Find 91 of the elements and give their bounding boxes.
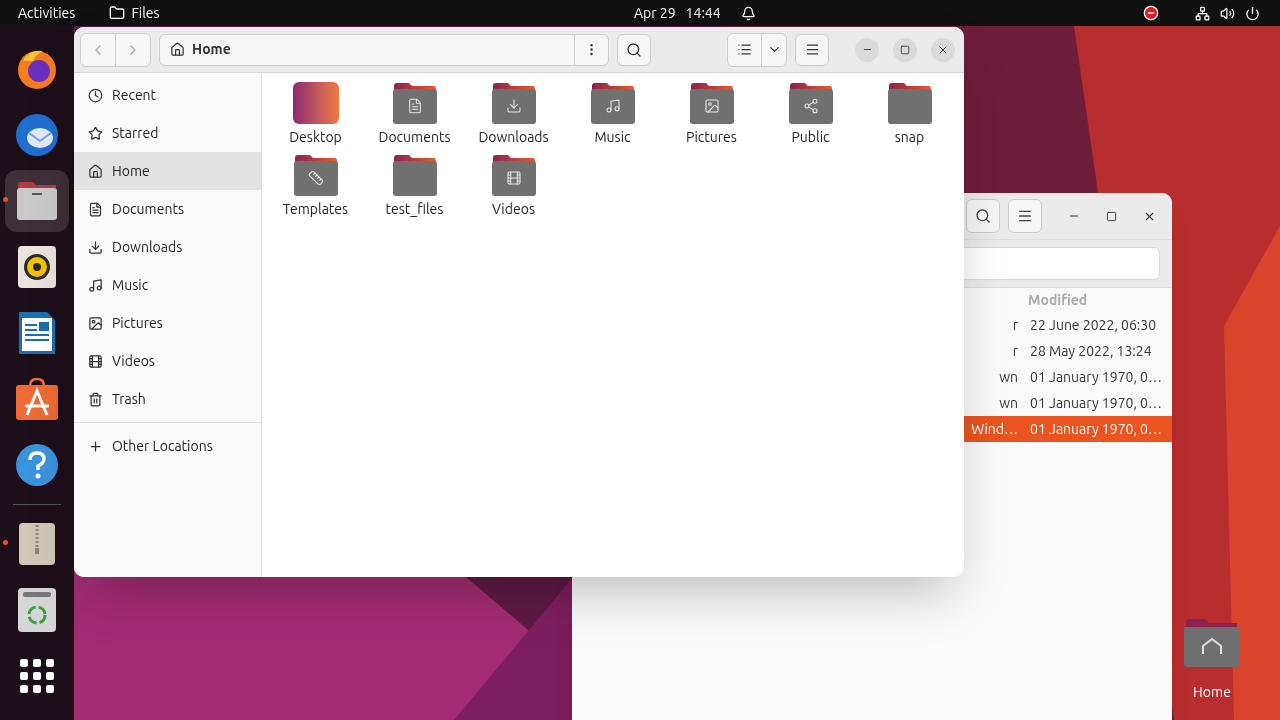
table-cell-text: 22 June 2022, 06:30 [1029,315,1157,335]
network-icon[interactable] [1195,5,1210,21]
folder-label[interactable]: Public [791,127,830,148]
picture-icon [88,315,103,331]
music-icon [88,277,103,293]
folder-film-icon [490,154,537,196]
power-icon[interactable] [1245,5,1260,21]
download-icon [88,239,103,255]
folder-label[interactable]: Documents [378,127,451,148]
sidebar-item[interactable]: Recent [74,76,261,114]
folder-image-icon [688,82,735,124]
table-cell-text: Wind… [970,419,1019,439]
sidebar-item[interactable]: Music [74,266,261,304]
folder-music-note-icon [589,82,636,124]
recycle-bin-icon[interactable] [17,587,57,633]
folder-share-icon [787,82,834,124]
sidebar-item[interactable]: Home [74,152,261,190]
folder-ruler-icon [292,154,339,196]
maximize-icon [900,44,910,55]
sidebar-item[interactable]: Starred [74,114,261,152]
desktop-folder-icon [292,82,339,124]
volume-icon[interactable] [1220,5,1235,21]
menu-icon [804,42,820,57]
folder-label[interactable]: Desktop [289,127,342,148]
sidebar-item[interactable]: Videos [74,342,261,380]
folder-label[interactable]: Videos [492,199,535,220]
home-icon [170,42,185,57]
folder-label[interactable]: Music [594,127,631,148]
search-icon [626,41,642,58]
folder-label[interactable]: Templates [282,199,349,220]
no-entry-icon[interactable] [1143,5,1159,21]
notification-bell-icon[interactable] [740,5,756,21]
search-icon [975,208,991,224]
table-cell-text: wn [998,393,1019,413]
speaker-icon[interactable] [17,245,57,289]
menu-button[interactable] [795,33,829,66]
folder-label[interactable]: snap [894,127,925,148]
menu-icon [1017,208,1033,224]
desktop-icon-label[interactable]: Home [1193,682,1231,703]
file-row[interactable]: r 28 May 2022, 13:24 [964,338,1172,364]
maximize-icon[interactable] [1106,210,1117,222]
clock-date[interactable]: Apr 29 [634,2,676,24]
sidebar-item[interactable]: Documents [74,190,261,228]
clock-time[interactable]: 14:44 [685,2,721,24]
table-cell-text: 28 May 2022, 13:24 [1029,341,1152,361]
file-row[interactable]: Wind… 01 January 1970, 0… [964,416,1172,442]
file-row[interactable]: wn 01 January 1970, 0… [964,390,1172,416]
bird-mail-icon[interactable] [13,111,61,159]
search-button[interactable] [966,199,1000,233]
help-icon[interactable] [15,443,59,487]
table-cell-text: 01 January 1970, 0… [1029,419,1162,439]
file-row[interactable]: r 22 June 2022, 06:30 [964,312,1172,338]
home-icon [88,163,103,179]
sidebar-item[interactable]: Downloads [74,228,261,266]
folder-label[interactable]: Downloads [478,127,549,148]
table-cell-text: 01 January 1970, 0… [1029,393,1162,413]
home-folder-icon[interactable] [1183,618,1241,668]
table-cell-text: r [1011,341,1019,361]
folder-icon [391,154,438,196]
file-cabinet-icon[interactable] [15,181,59,221]
folder-download-icon [490,82,537,124]
trash-icon [88,391,103,407]
folder-icon [886,82,933,124]
shopping-bag-icon[interactable] [14,377,60,421]
file-row[interactable]: wn 01 January 1970, 0… [964,364,1172,390]
table-cell-text: r [1011,315,1019,335]
list-icon [737,42,752,57]
folder-icon [109,5,126,21]
zipper-box-icon[interactable] [18,522,56,566]
video-icon [88,353,103,369]
maximize-button[interactable] [893,37,917,62]
folder-label[interactable]: Pictures [686,127,737,148]
app-menu[interactable]: Files [131,2,160,24]
table-cell-text: 01 January 1970, 0… [1029,367,1162,387]
search-button[interactable] [617,33,651,66]
path-field[interactable] [964,247,1160,280]
folder-document-icon [391,82,438,124]
recent-icon [88,87,103,103]
app-grid-icon[interactable] [20,659,54,693]
activities-button[interactable]: Activities [18,2,76,24]
document-editor-icon[interactable] [17,310,57,356]
plus-icon [88,438,103,454]
sidebar-item[interactable]: Pictures [74,304,261,342]
path-text[interactable]: Home [192,39,231,60]
sidebar-item[interactable]: Other Locations [74,427,261,465]
sidebar-item[interactable]: Trash [74,380,261,418]
folder-label[interactable]: test_files [385,199,444,220]
menu-button[interactable] [1008,199,1042,233]
document-icon [88,201,103,217]
star-icon [88,125,103,141]
table-cell-text: wn [998,367,1019,387]
